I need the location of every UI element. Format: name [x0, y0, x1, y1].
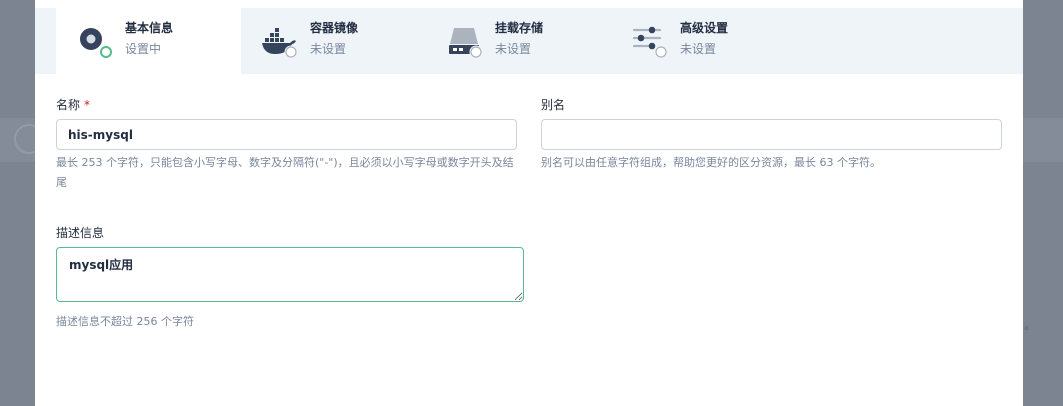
description-textarea[interactable]: mysql应用	[56, 247, 524, 302]
step-title: 容器镜像	[310, 21, 359, 35]
step-status: 未设置	[310, 42, 347, 56]
name-input[interactable]	[56, 119, 517, 150]
description-hint: 描述信息不超过 256 个字符	[56, 315, 194, 328]
alias-label: 别名	[541, 98, 566, 112]
step-status: 设置中	[125, 42, 162, 56]
background-text: 。	[1024, 318, 1037, 332]
storage-icon	[449, 28, 483, 59]
step-mount-storage[interactable]: 挂载存储 未设置	[426, 8, 611, 74]
required-mark: *	[84, 98, 91, 112]
name-label: 名称 *	[56, 96, 90, 113]
description-label: 描述信息	[56, 226, 105, 240]
step-container-image[interactable]: 容器镜像 未设置	[241, 8, 426, 74]
step-status: 未设置	[495, 42, 532, 56]
alias-hint: 别名可以由任意字符组成，帮助您更好的区分资源，最长 63 个字符。	[541, 156, 881, 169]
step-status: 未设置	[680, 42, 717, 56]
settings-sliders-icon	[632, 26, 668, 59]
step-bar: 基本信息 设置中 容器镜像 未设置 挂载存储 未设置 高级设置 未设置	[35, 8, 1023, 74]
step-title: 高级设置	[680, 21, 729, 35]
name-label-text: 名称	[56, 98, 81, 112]
name-hint: 最长 253 个字符，只能包含小写字母、数字及分隔符("-")，且必须以小写字母…	[56, 156, 514, 189]
create-workload-modal: 基本信息 设置中 容器镜像 未设置 挂载存储 未设置 高级设置 未设置 名称 *…	[35, 0, 1023, 406]
alias-input[interactable]	[541, 119, 1002, 150]
basic-info-icon	[80, 28, 113, 59]
step-advanced-settings[interactable]: 高级设置 未设置	[611, 8, 796, 74]
step-basic-info[interactable]: 基本信息 设置中	[56, 8, 241, 74]
step-title: 挂载存储	[495, 21, 544, 35]
step-title: 基本信息	[125, 21, 174, 35]
docker-icon	[262, 28, 298, 59]
